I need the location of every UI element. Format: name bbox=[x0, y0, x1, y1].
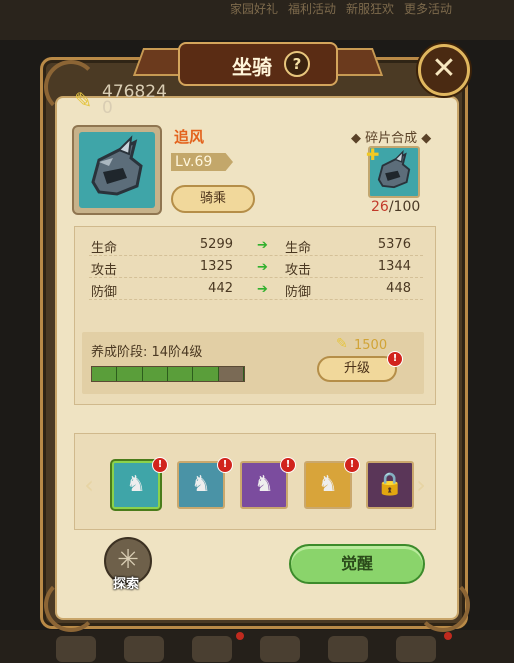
progress-segment bbox=[142, 367, 168, 381]
stat-label: 攻击 bbox=[91, 263, 118, 278]
bg-bottom-icon bbox=[192, 636, 232, 662]
stat-label: 防御 bbox=[91, 285, 118, 300]
bg-tab-1: 家园好礼 bbox=[230, 2, 279, 16]
progress-segment bbox=[193, 367, 219, 381]
level-tag: Lv.69 bbox=[171, 153, 233, 171]
upgrade-button[interactable]: 升级 bbox=[317, 356, 397, 382]
bg-bottom-icon bbox=[124, 636, 164, 662]
stat-next: 448 bbox=[386, 281, 411, 296]
feather-icon: ✎ bbox=[74, 89, 93, 114]
training-stage: 养成阶段: 14阶4级 bbox=[91, 341, 202, 360]
bg-bottom-icon bbox=[56, 636, 96, 662]
progress-segment bbox=[117, 367, 143, 381]
arrow-right-icon: ➔ bbox=[257, 282, 268, 297]
background-bottom-bar bbox=[0, 630, 514, 663]
stat-row: 防御 442 ➔ 防御 448 bbox=[89, 279, 423, 300]
mount-slot[interactable]: 🔒 bbox=[366, 461, 414, 509]
stat-current: 5299 bbox=[199, 237, 233, 252]
fragment-current: 26 bbox=[371, 199, 389, 215]
deer-mount-icon: ♞ bbox=[254, 472, 274, 497]
upgrade-cost: 1500 bbox=[354, 338, 388, 353]
progress-segment bbox=[92, 367, 118, 381]
training-stage-value: 14阶4级 bbox=[151, 345, 203, 360]
rhino-helmet-icon: ♞ bbox=[126, 472, 146, 497]
bg-tab-4: 更多活动 bbox=[404, 2, 453, 16]
bg-bottom-icon bbox=[260, 636, 300, 662]
fragment-title-text: 碎片合成 bbox=[365, 131, 418, 146]
close-x-icon: ✕ bbox=[431, 51, 457, 86]
puzzle-piece-icon: ✚ bbox=[366, 145, 380, 164]
alert-badge: ! bbox=[387, 351, 403, 367]
training-label: 养成阶段: bbox=[91, 345, 148, 360]
close-button[interactable]: ✕ bbox=[418, 44, 470, 96]
rhino-helmet-icon bbox=[79, 132, 155, 208]
stat-label-next: 攻击 bbox=[285, 263, 312, 278]
mount-portrait bbox=[74, 127, 160, 213]
alert-badge: ! bbox=[344, 457, 360, 473]
chevron-left-icon[interactable]: ‹ bbox=[78, 471, 100, 499]
white-goat-icon: ♞ bbox=[318, 472, 338, 497]
page-title: 坐骑 bbox=[232, 55, 272, 79]
awaken-button[interactable]: 觉醒 bbox=[289, 544, 425, 584]
fragment-total: /100 bbox=[388, 199, 421, 215]
alert-badge: ! bbox=[217, 457, 233, 473]
stat-next: 1344 bbox=[377, 259, 411, 274]
stat-row: 生命 5299 ➔ 生命 5376 bbox=[89, 235, 423, 256]
question-mark-icon[interactable]: ? bbox=[284, 51, 310, 77]
alert-badge: ! bbox=[152, 457, 168, 473]
bg-tab-2: 福利活动 bbox=[288, 2, 337, 16]
stat-current: 1325 bbox=[199, 259, 233, 274]
bg-bottom-icon bbox=[396, 636, 436, 662]
stat-label-next: 生命 bbox=[285, 241, 312, 256]
bg-bottom-icon bbox=[328, 636, 368, 662]
progress-segment bbox=[219, 367, 244, 381]
power-value: 476824 0 bbox=[102, 84, 167, 118]
stat-next: 5376 bbox=[377, 237, 411, 252]
locked-mount-icon: 🔒 bbox=[376, 472, 404, 497]
fragment-title: ◆ 碎片合成 ◆ bbox=[351, 131, 432, 146]
power-number-secondary: 0 bbox=[102, 98, 113, 118]
bg-alert-dot bbox=[444, 632, 452, 640]
arrow-right-icon: ➔ bbox=[257, 260, 268, 275]
ride-button[interactable]: 骑乘 bbox=[171, 185, 255, 213]
progress-segment bbox=[167, 367, 194, 381]
stat-label-next: 防御 bbox=[285, 285, 312, 300]
mount-name: 追风 bbox=[174, 128, 205, 146]
explore-label: 探索 bbox=[113, 577, 140, 592]
stat-row: 攻击 1325 ➔ 攻击 1344 bbox=[89, 257, 423, 278]
dark-rhino-icon: ♞ bbox=[191, 472, 211, 497]
arrow-right-icon: ➔ bbox=[257, 238, 268, 253]
fragment-count: 26/100 bbox=[371, 199, 420, 215]
alert-badge: ! bbox=[280, 457, 296, 473]
bg-alert-dot bbox=[236, 632, 244, 640]
stat-label: 生命 bbox=[91, 241, 118, 256]
stat-current: 442 bbox=[208, 281, 233, 296]
feather-icon: ✎ bbox=[336, 336, 348, 352]
bg-tab-3: 新服狂欢 bbox=[346, 2, 395, 16]
training-progress-bar bbox=[91, 366, 245, 382]
